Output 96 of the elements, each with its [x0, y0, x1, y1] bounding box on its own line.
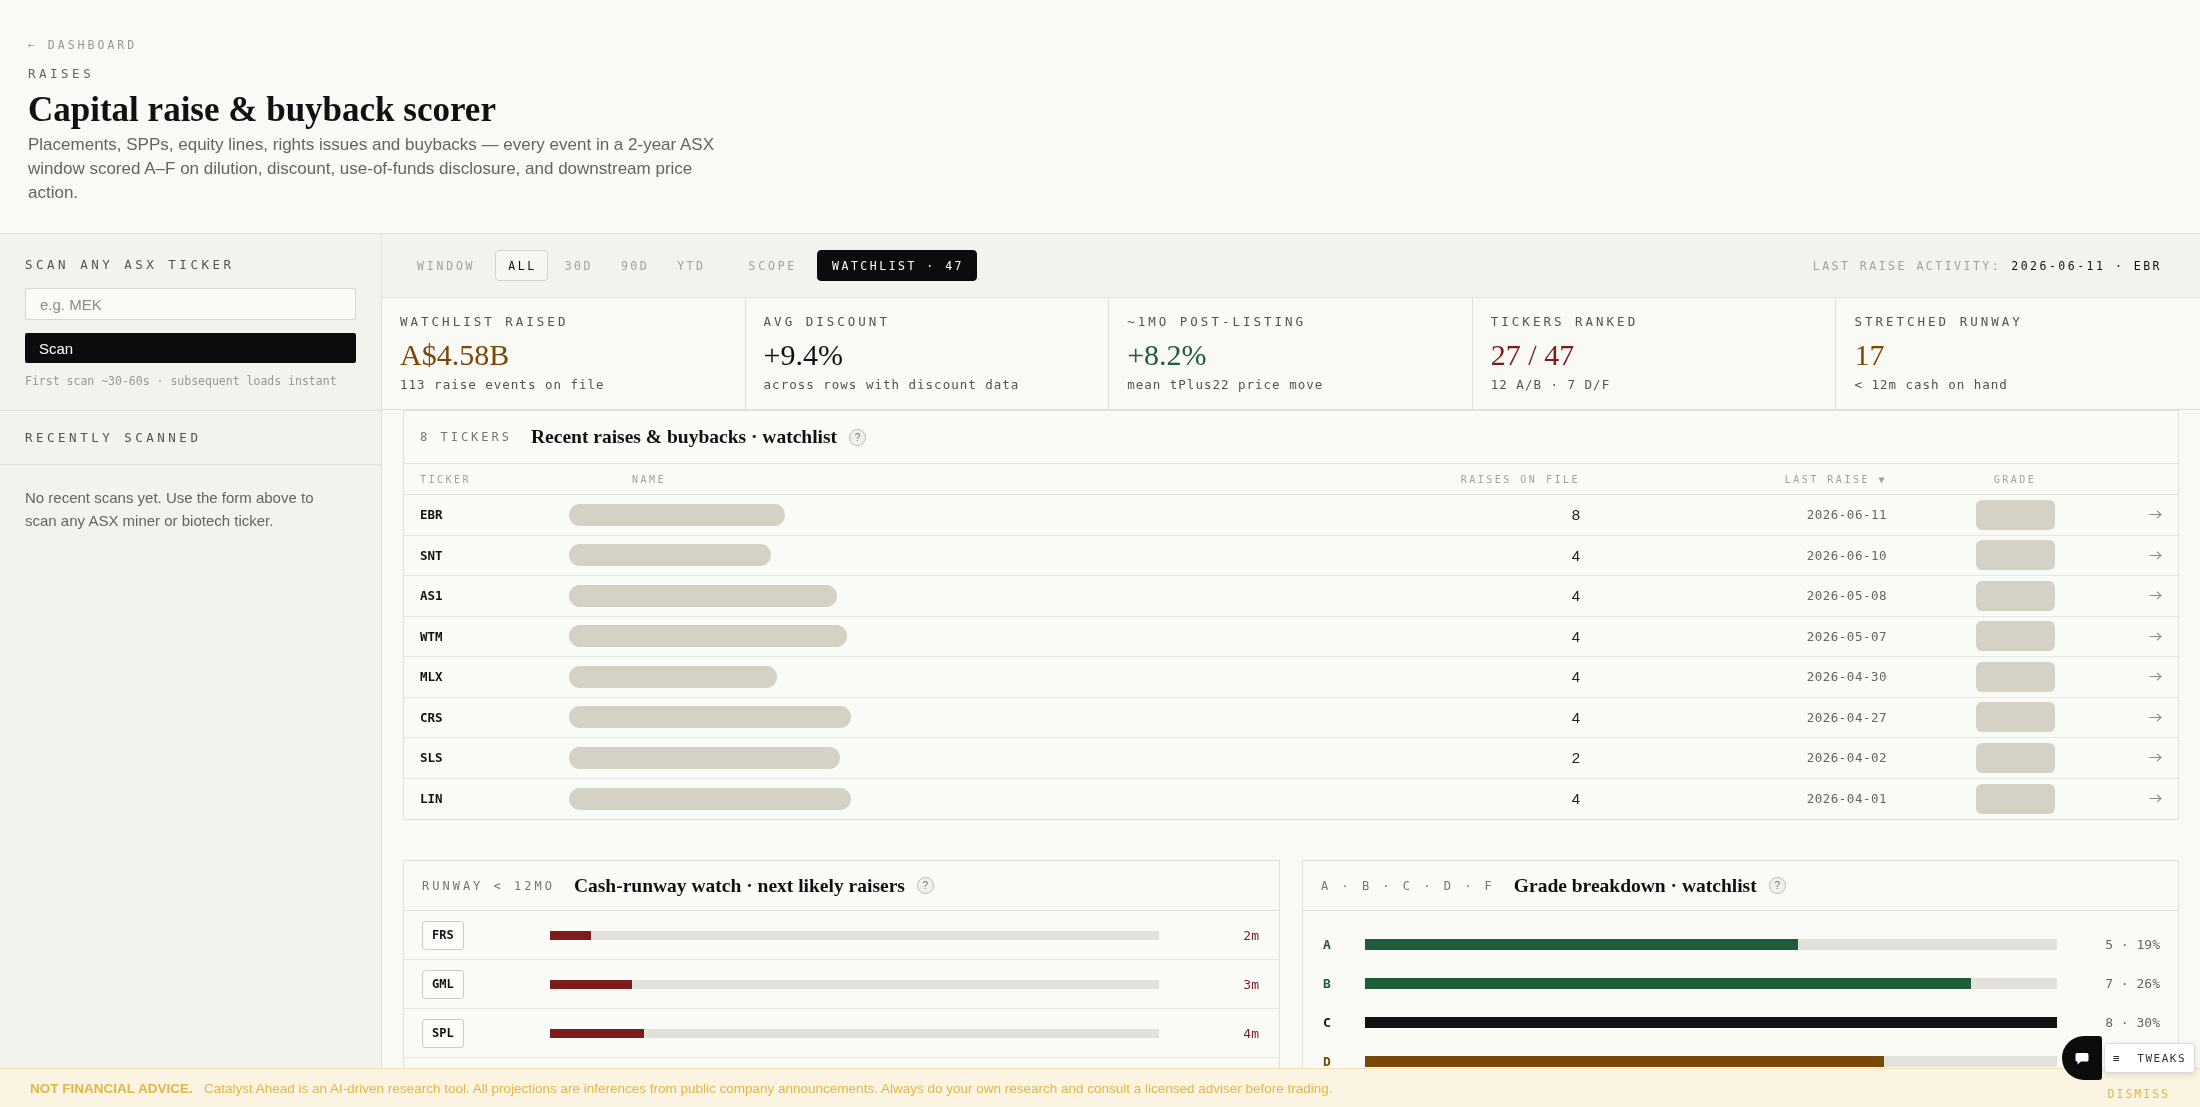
raises-cell-text: 4: [1570, 546, 1580, 564]
arrow-right-icon[interactable]: [2149, 631, 2162, 641]
stat-label: TICKERS RANKED: [1490, 313, 1640, 331]
filter-tab[interactable]: WATCHLIST · 47: [817, 250, 978, 281]
stat-label: AVG DISCOUNT: [763, 313, 891, 331]
ticker-count: 8 TICKERS: [420, 430, 513, 444]
ticker-cell-text: EBR: [420, 507, 444, 523]
ticker-cell-text: MLX: [420, 669, 444, 685]
arrow-right-icon[interactable]: [2149, 753, 2162, 763]
arrow-right-icon[interactable]: [2149, 591, 2162, 601]
date-cell-text: 2026-04-27: [1805, 709, 1887, 725]
date-cell-text: 2026-05-07: [1805, 628, 1887, 644]
grade-count: 5 · 19%: [2104, 937, 2160, 952]
runway-reading: 3m: [1242, 976, 1259, 992]
arrow-right-icon[interactable]: [2149, 550, 2162, 560]
ticker-cell-text: LIN: [420, 791, 444, 807]
ticker-chip[interactable]: GML: [422, 969, 464, 999]
raises-cell-text: 2: [1570, 749, 1580, 767]
stat-label: STRETCHED RUNWAY: [1854, 313, 2024, 331]
column-header: NAME: [631, 473, 668, 485]
recent-heading: RECENTLY SCANNED: [25, 428, 202, 447]
runway-reading: 4m: [1242, 1025, 1259, 1041]
scan-heading: SCAN ANY ASX TICKER: [25, 256, 236, 274]
stat-caption: across rows with discount data: [763, 376, 1021, 394]
filter-label: WINDOW: [417, 258, 476, 273]
ticker-cell-text: WTM: [420, 628, 444, 644]
filter-tab[interactable]: YTD: [664, 250, 717, 281]
ticker-input[interactable]: e.g. MEK: [25, 288, 356, 320]
date-cell-text: 2026-05-08: [1805, 588, 1887, 604]
column-header: TICKER: [420, 473, 473, 485]
panel-title: Cash-runway watch · next likely raisers: [573, 874, 905, 897]
help-button[interactable]: ?: [849, 428, 867, 446]
grade-label: D: [1323, 1054, 1332, 1069]
arrow-right-icon[interactable]: [2149, 794, 2162, 804]
ticker-cell-text: CRS: [420, 709, 444, 725]
ticker-cell-text: SLS: [420, 750, 444, 766]
column-header: RAISES ON FILE: [1459, 473, 1580, 485]
grade-count: 8 · 30%: [2104, 1015, 2160, 1030]
grade-label: A: [1323, 937, 1332, 952]
activity-value: 2026-06-11 · EBR: [2011, 258, 2162, 273]
arrow-right-icon[interactable]: [2149, 510, 2162, 520]
date-cell-text: 2026-04-02: [1805, 750, 1887, 766]
raises-cell-text: 4: [1570, 790, 1580, 808]
ticker-chip[interactable]: FRS: [422, 920, 464, 950]
stat-value: A$4.58B: [400, 338, 511, 372]
runway-reading: 2m: [1242, 927, 1259, 943]
raises-cell-text: 4: [1570, 708, 1580, 726]
stat-label: ~1MO POST-LISTING: [1127, 313, 1308, 331]
stat-value: 17: [1854, 338, 1886, 372]
chat-bubble-icon: [2075, 1051, 2089, 1065]
raises-cell-text: 4: [1570, 627, 1580, 645]
column-header[interactable]: LAST RAISE ▼: [1580, 473, 1887, 485]
panel-tag: RUNWAY < 12MO: [422, 878, 555, 893]
date-cell-text: 2026-04-30: [1805, 669, 1887, 685]
ticker-cell-text: SNT: [420, 547, 444, 563]
filter-tab[interactable]: 90D: [607, 250, 661, 281]
grade-label: C: [1323, 1015, 1332, 1030]
date-cell-text: 2026-04-01: [1805, 791, 1887, 807]
dashboard-link[interactable]: ← DASHBOARD: [28, 36, 138, 54]
page-title: Capital raise & buyback scorer: [28, 89, 496, 130]
ticker-cell-text: AS1: [420, 588, 444, 604]
disclaimer-text: NOT FINANCIAL ADVICE. Catalyst Ahead is an AI-driven research tool. All projections are inferences from public company announcements. Always do your own research and consult a licensed adviser before trading.: [30, 1080, 1333, 1096]
date-cell-text: 2026-06-11: [1805, 507, 1887, 523]
raises-cell-text: 4: [1570, 668, 1580, 686]
filter-label: SCOPE: [748, 258, 798, 273]
ticker-chip[interactable]: SPL: [422, 1018, 464, 1048]
raises-cell-text: 8: [1570, 506, 1580, 524]
column-header: GRADE: [1992, 473, 2038, 485]
panel-title: Grade breakdown · watchlist: [1513, 874, 1757, 897]
filter-tab[interactable]: 30D: [551, 250, 604, 281]
activity-label: LAST RAISE ACTIVITY:: [1812, 258, 2002, 273]
tweaks-button[interactable]: ≡ TWEAKS: [2104, 1043, 2196, 1073]
empty-state-text: No recent scans yet. Use the form above to scan any ASX miner or biotech ticker.: [24, 488, 315, 531]
stat-label: WATCHLIST RAISED: [400, 313, 570, 331]
arrow-right-icon[interactable]: [2149, 672, 2162, 682]
grade-count: 7 · 26%: [2104, 976, 2160, 991]
filter-tab[interactable]: ALL: [495, 250, 548, 281]
date-cell-text: 2026-06-10: [1805, 547, 1887, 563]
scan-button[interactable]: Scan: [25, 333, 356, 363]
arrow-right-icon[interactable]: [2149, 712, 2162, 722]
scan-hint: First scan ~30-60s · subsequent loads instant: [25, 373, 338, 389]
help-button[interactable]: ?: [916, 877, 934, 894]
stat-caption: mean tPlus22 price move: [1127, 376, 1325, 394]
panel-title: Recent raises & buybacks · watchlist: [531, 426, 838, 448]
page-description: Placements, SPPs, equity lines, rights issues and buybacks — every event in a 2-year ASX window scored A–F on dilution, discount, use-of-funds disclosure, and downstream price action.: [28, 134, 715, 204]
stat-value: 27 / 47: [1490, 338, 1576, 372]
raises-cell-text: 4: [1570, 587, 1580, 605]
stat-value: +8.2%: [1127, 338, 1208, 372]
stat-caption: 113 raise events on file: [400, 376, 606, 394]
grade-label: B: [1323, 976, 1332, 991]
panel-tag: A · B · C · D · F: [1321, 878, 1495, 893]
stat-caption: < 12m cash on hand: [1854, 376, 2009, 394]
help-button[interactable]: ?: [1768, 877, 1786, 894]
stat-value: +9.4%: [763, 338, 844, 372]
stat-caption: 12 A/B · 7 D/F: [1490, 376, 1612, 394]
section-label: RAISES: [28, 65, 95, 83]
